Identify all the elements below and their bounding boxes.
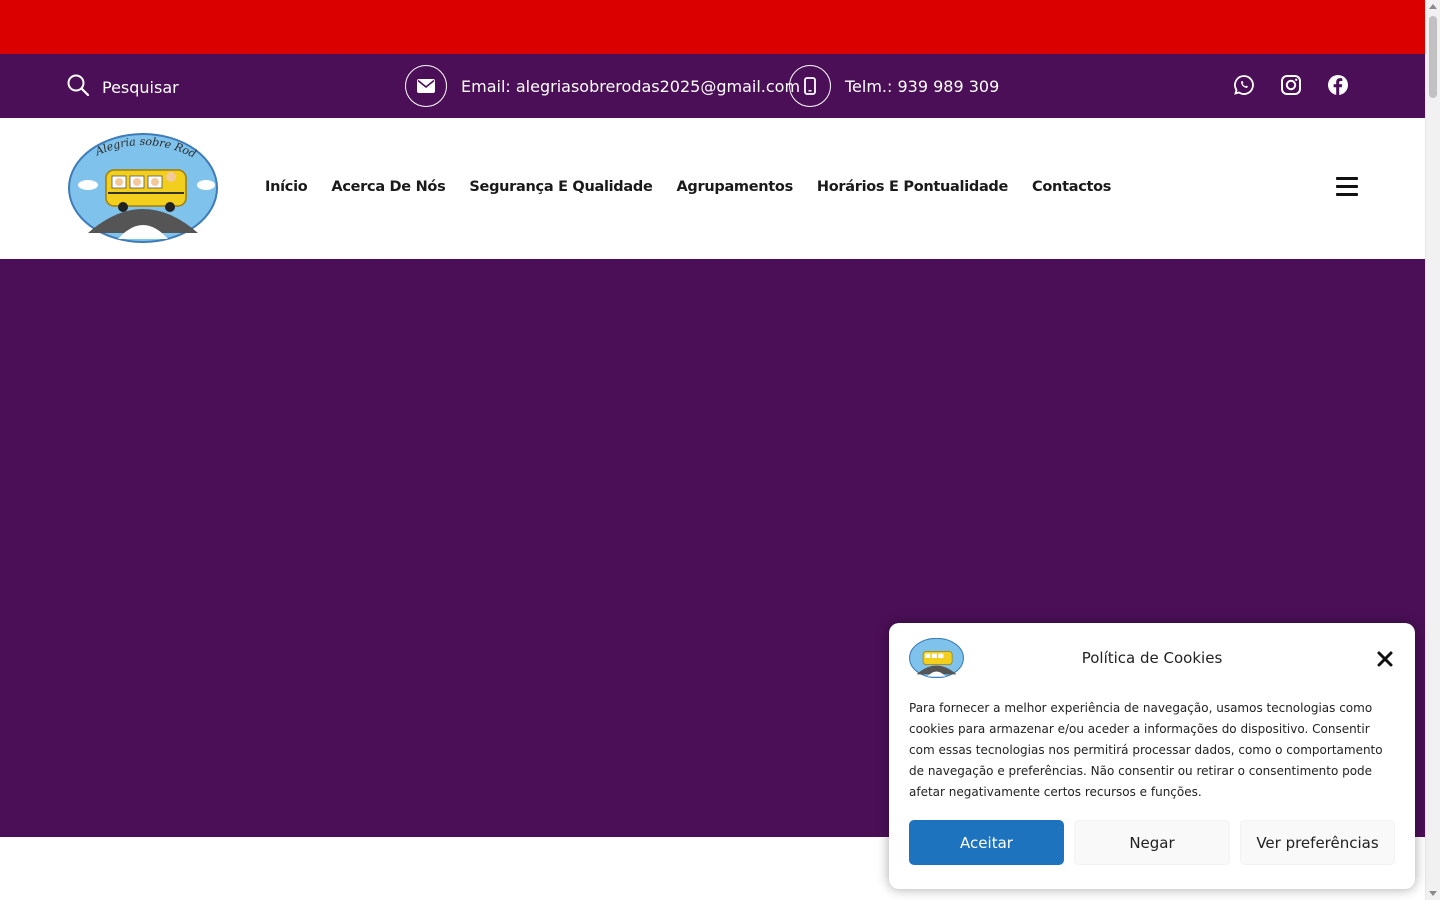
- cookie-consent-dialog: Política de Cookies Para fornecer a melh…: [889, 623, 1415, 889]
- nav-agrupamentos[interactable]: Agrupamentos: [676, 179, 793, 195]
- site-header: Alegria sobre Rodas Início Acerca De Nós…: [0, 118, 1425, 259]
- search-icon: [66, 73, 90, 101]
- social-links: [1233, 74, 1349, 96]
- nav-acerca-de-nos[interactable]: Acerca De Nós: [331, 179, 445, 195]
- page: Pesquisar Email: alegriasobrerodas2025@g…: [0, 0, 1440, 900]
- email-text: Email: alegriasobrerodas2025@gmail.com: [461, 76, 801, 96]
- nav-contactos[interactable]: Contactos: [1032, 179, 1111, 195]
- deny-cookies-button[interactable]: Negar: [1074, 820, 1230, 865]
- instagram-icon[interactable]: [1280, 74, 1302, 96]
- accept-cookies-button[interactable]: Aceitar: [909, 820, 1064, 865]
- page-scrollbar[interactable]: [1425, 0, 1440, 900]
- email-contact[interactable]: Email: alegriasobrerodas2025@gmail.com: [405, 65, 800, 107]
- cookie-dialog-title: Política de Cookies: [1081, 649, 1223, 667]
- nav-inicio[interactable]: Início: [265, 179, 308, 195]
- scrollbar-thumb[interactable]: [1429, 16, 1437, 98]
- close-icon[interactable]: [1376, 650, 1394, 668]
- nav-horarios-e-pontualidade[interactable]: Horários E Pontualidade: [817, 179, 1008, 195]
- nav-seguranca-e-qualidade[interactable]: Segurança E Qualidade: [469, 179, 652, 195]
- site-logo[interactable]: Alegria sobre Rodas: [65, 123, 218, 243]
- top-info-bar: Pesquisar Email: alegriasobrerodas2025@g…: [0, 54, 1425, 118]
- scroll-up-arrow-icon[interactable]: [1429, 4, 1437, 9]
- scroll-down-arrow-icon[interactable]: [1429, 891, 1437, 896]
- search-label: Pesquisar: [102, 77, 179, 97]
- top-red-bar: [0, 0, 1425, 54]
- whatsapp-icon[interactable]: [1233, 74, 1255, 96]
- facebook-icon[interactable]: [1327, 74, 1349, 96]
- search-trigger[interactable]: Pesquisar: [66, 73, 179, 101]
- phone-contact[interactable]: Telm.: 939 989 309: [789, 65, 999, 107]
- cookie-dialog-text: Para fornecer a melhor experiência de na…: [909, 701, 1383, 799]
- envelope-icon: [405, 65, 447, 107]
- hamburger-menu-icon[interactable]: [1336, 177, 1358, 197]
- view-preferences-button[interactable]: Ver preferências: [1240, 820, 1395, 865]
- phone-text: Telm.: 939 989 309: [845, 76, 1000, 96]
- main-nav: Início Acerca De Nós Segurança E Qualida…: [265, 179, 1111, 195]
- mobile-phone-icon: [789, 65, 831, 107]
